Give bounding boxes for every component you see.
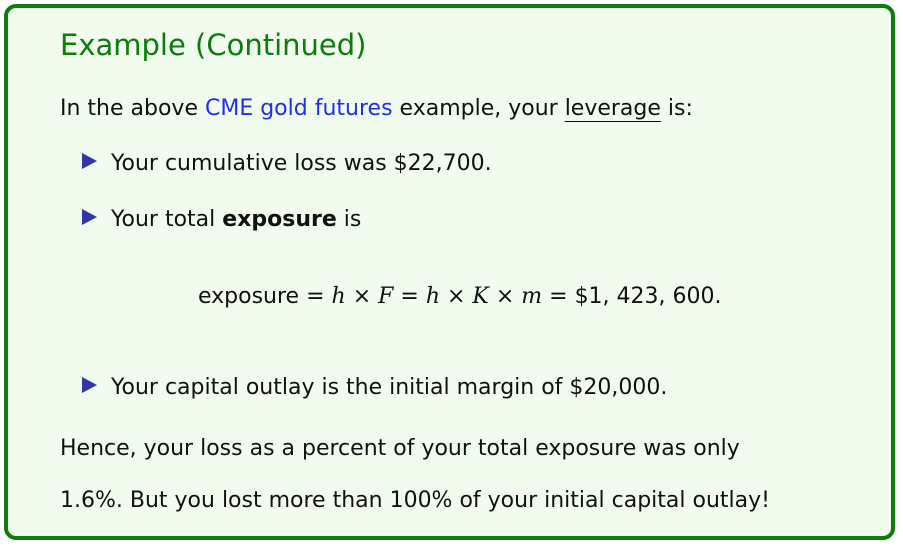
list-item-text-after: is <box>336 207 362 232</box>
equals-sign: = <box>542 284 575 309</box>
triangle-bullet-icon <box>82 377 97 393</box>
times-sign: × <box>488 284 522 309</box>
block-title: Example (Continued) <box>60 28 367 62</box>
list-item-text: Your capital outlay is the initial margi… <box>111 375 668 400</box>
list-item-cumulative-loss: Your cumulative loss was $22,700. <box>82 151 492 176</box>
formula-value: $1, 423, 600. <box>574 284 722 309</box>
formula-label: exposure <box>198 284 300 309</box>
conclusion-line-1: Hence, your loss as a percent of your to… <box>60 436 740 461</box>
triangle-bullet-icon <box>82 209 97 225</box>
var-F: F <box>378 284 394 309</box>
equals-sign: = <box>393 284 426 309</box>
var-h: h <box>331 284 346 309</box>
triangle-bullet-icon <box>82 153 97 169</box>
var-m: m <box>521 284 543 309</box>
conclusion-line-2: 1.6%. But you lost more than 100% of you… <box>60 488 770 513</box>
var-K: K <box>472 284 489 309</box>
intro-text-after: is: <box>660 96 693 121</box>
times-sign: × <box>345 284 379 309</box>
list-item-capital-outlay: Your capital outlay is the initial margi… <box>82 375 667 400</box>
times-sign: × <box>439 284 473 309</box>
exposure-term: exposure <box>222 207 337 232</box>
intro-text-before: In the above <box>60 96 205 121</box>
list-item-text-before: Your total <box>111 207 223 232</box>
intro-text-middle: example, your <box>392 96 565 121</box>
example-block: Example (Continued) In the above CME gol… <box>4 4 895 540</box>
list-item-total-exposure: Your total exposure is <box>82 207 361 232</box>
list-item-text: Your cumulative loss was $22,700. <box>111 151 492 176</box>
cme-gold-futures-link[interactable]: CME gold futures <box>205 96 393 121</box>
intro-sentence: In the above CME gold futures example, y… <box>60 96 693 121</box>
exposure-formula: exposure = h × F = h × K × m = $1, 423, … <box>198 284 722 309</box>
leverage-term: leverage <box>564 96 661 121</box>
var-h: h <box>425 284 440 309</box>
equals-sign: = <box>299 284 332 309</box>
